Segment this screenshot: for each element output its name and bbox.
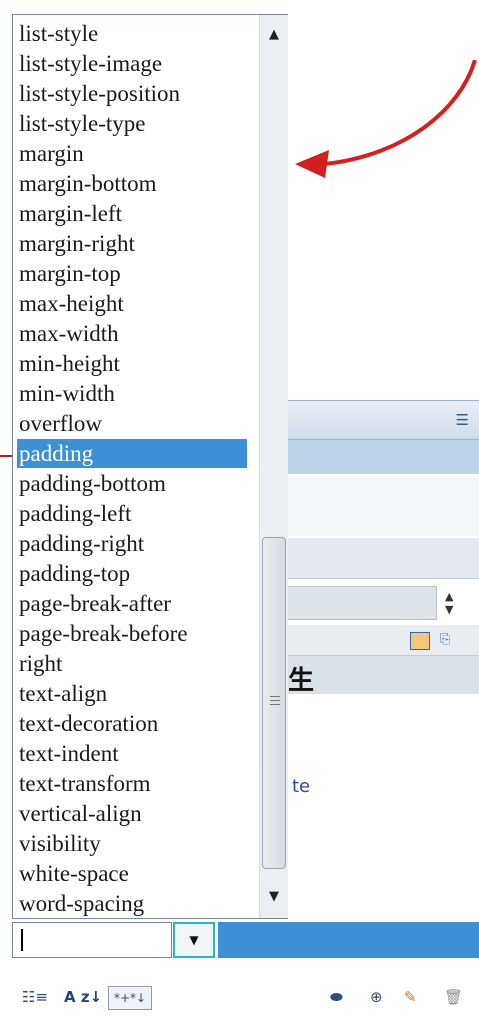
property-list-item[interactable]: text-indent [17,739,247,768]
delete-rule-icon[interactable]: 🗑 [444,986,468,1008]
panel-link[interactable]: te [292,776,310,797]
property-list-item[interactable]: right [17,649,247,678]
property-list-item[interactable]: page-break-after [17,589,247,618]
property-list-item[interactable]: text-decoration [17,709,247,738]
property-list-item[interactable]: padding [17,439,247,468]
property-list-item[interactable]: text-transform [17,769,247,798]
panel-row [285,476,479,536]
scroll-down-icon[interactable]: ▼ [260,877,288,917]
dropdown-toggle-button[interactable]: ▼ [173,922,215,958]
property-list-item[interactable]: word-spacing [17,889,247,918]
property-list-item[interactable]: list-style-type [17,109,247,138]
property-list-item[interactable]: list-style-position [17,79,247,108]
property-list-item[interactable]: max-height [17,289,247,318]
alphabetical-sort-icon[interactable]: A z↓ [64,986,104,1008]
property-list-item[interactable]: padding-bottom [17,469,247,498]
show-set-properties-icon[interactable]: *+*↓ [108,986,152,1010]
property-input[interactable] [12,922,172,958]
scroll-thumb[interactable] [262,537,286,869]
property-list-item[interactable]: page-break-before [17,619,247,648]
property-list-item[interactable]: vertical-align [17,799,247,828]
scroll-up-icon[interactable]: ▲ [260,15,288,55]
code-view-icon[interactable]: ⎘ [440,632,456,648]
text-caret [21,929,23,951]
panel-toolbar: ☷≡ A z↓ *+*↓ ⬬ ⊕ ✎ 🗑 [12,978,479,1018]
panel-menu-icon[interactable]: ☰ [456,411,469,429]
property-list-item[interactable]: margin-left [17,199,247,228]
panel-header: ☰ [285,400,479,440]
property-list-item[interactable]: min-height [17,349,247,378]
panel-section-bar [285,538,479,579]
property-list-item[interactable]: padding-right [17,529,247,558]
annotation-arrow [295,60,477,178]
property-list-item[interactable]: max-width [17,319,247,348]
new-rule-icon[interactable]: ⊕ [370,986,394,1008]
panel-select-field[interactable] [285,586,437,620]
edit-rule-icon[interactable]: ✎ [404,986,428,1008]
stepper-arrows-icon[interactable]: ▲ ▼ [445,590,453,616]
category-view-icon[interactable]: ☷≡ [22,986,48,1008]
property-list-item[interactable]: margin-right [17,229,247,258]
property-list-item[interactable]: padding-left [17,499,247,528]
property-list-item[interactable]: white-space [17,859,247,888]
property-list-item[interactable]: list-style [17,19,247,48]
property-list-item[interactable]: margin-bottom [17,169,247,198]
property-list-item[interactable]: list-style-image [17,49,247,78]
list-scrollbar[interactable]: ▲ ▼ [259,15,288,918]
panel-content [285,696,479,921]
property-list-item[interactable]: margin [17,139,247,168]
css-property-dropdown[interactable]: list-style list-style-image list-style-pos… [12,14,288,919]
property-list-item[interactable]: text-align [17,679,247,708]
property-list-item[interactable]: margin-top [17,259,247,288]
property-list-item[interactable]: overflow [17,409,247,438]
value-field-highlight[interactable] [218,922,479,958]
panel-selected-row[interactable] [285,440,479,474]
grip-icon [270,696,280,708]
chevron-down-icon: ▼ [189,933,199,947]
property-list-item[interactable]: padding-top [17,559,247,588]
attach-style-sheet-icon[interactable]: ⬬ [330,986,356,1008]
property-list-item[interactable]: visibility [17,829,247,858]
panel-heading-text: 生 [288,666,315,696]
design-view-icon[interactable] [410,632,430,650]
property-list-item[interactable]: min-width [17,379,247,408]
panel-heading-row [285,656,479,694]
